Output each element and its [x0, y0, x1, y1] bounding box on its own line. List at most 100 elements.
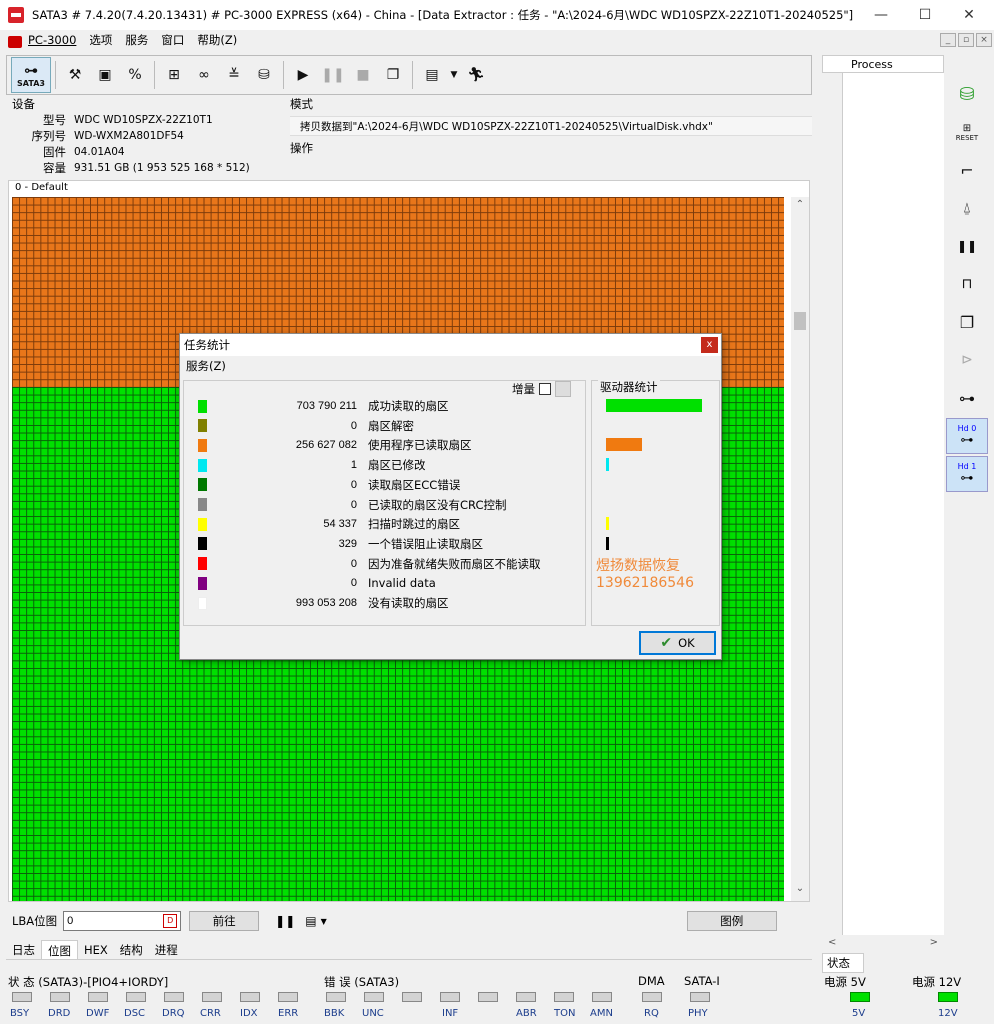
status-led	[88, 992, 108, 1002]
image-button[interactable]: ⛁	[249, 60, 279, 90]
reset-icon: ⊞	[962, 122, 972, 134]
copy-button[interactable]: ❐	[946, 304, 988, 340]
stat-count: 0	[350, 498, 357, 511]
process-header[interactable]: Process	[822, 55, 944, 73]
led-label: BBK	[324, 1008, 345, 1019]
stat-color-swatch	[198, 458, 207, 472]
menu-help[interactable]: 帮助(Z)	[197, 32, 237, 48]
hd1-button[interactable]: Hd 1 ⊶	[946, 456, 988, 492]
led-label: UNC	[362, 1008, 384, 1019]
hd0-button[interactable]: Hd 0 ⊶	[946, 418, 988, 454]
db-button[interactable]: ⛁	[946, 76, 988, 112]
pause-button[interactable]: ❚❚	[318, 60, 348, 90]
dma-led	[642, 992, 662, 1002]
play-button[interactable]: ▶	[288, 60, 318, 90]
mdi-close-button[interactable]: ×	[976, 33, 992, 47]
stat-count: 0	[350, 478, 357, 491]
toolbar-separator	[412, 61, 413, 89]
device-row-serial: 序列号 WD-WXM2A801DF54	[6, 128, 286, 144]
scroll-thumb[interactable]	[794, 312, 806, 330]
plug-icon: ⊶	[24, 62, 38, 79]
screen-button[interactable]: ▤	[417, 60, 447, 90]
tab-hex[interactable]: HEX	[78, 940, 114, 959]
stat-count: 1	[350, 459, 357, 472]
mdi-restore-button[interactable]: ▫	[958, 33, 974, 47]
led-label: ABR	[516, 1008, 537, 1019]
percent-button[interactable]: %	[120, 60, 150, 90]
drive-stats: 驱动器统计 煜扬数据恢复 13962186546	[591, 379, 720, 626]
error-led	[516, 992, 536, 1002]
screen-dropdown[interactable]: ▼	[447, 60, 461, 90]
exit-button[interactable]: 🏃︎	[461, 60, 491, 90]
connect-button[interactable]: ⊶	[946, 380, 988, 416]
toolbar-separator	[283, 61, 284, 89]
pause-icon[interactable]: ❚❚	[275, 914, 295, 928]
stat-color-swatch	[198, 537, 207, 551]
scroll-down-icon[interactable]: ⌄	[791, 883, 809, 899]
disabled-button[interactable]: ⊳	[946, 342, 988, 378]
tab-log[interactable]: 日志	[6, 940, 41, 959]
pause-button[interactable]: ❚❚	[946, 228, 988, 264]
menu-window[interactable]: 窗口	[161, 32, 184, 48]
tab-status[interactable]: 状态	[822, 953, 864, 973]
runner-icon: 🏃︎	[467, 67, 485, 83]
tab-bitmap[interactable]: 位图	[41, 940, 78, 959]
hd1-label: Hd 1	[957, 462, 977, 471]
menu-pc3000[interactable]: PC-3000	[28, 33, 76, 47]
reset-button[interactable]: ⊞ RESET	[946, 114, 988, 150]
sata3-button[interactable]: ⊶ SATA3	[11, 57, 51, 93]
process-list[interactable]	[842, 73, 944, 935]
maximize-button[interactable]: ☐	[902, 0, 948, 30]
layers-button[interactable]: ≚	[219, 60, 249, 90]
drive-stat-bar	[606, 517, 609, 531]
menu-options[interactable]: 选项	[89, 32, 112, 48]
stat-count: 0	[350, 577, 357, 590]
tree-button[interactable]: ⊞	[159, 60, 189, 90]
window-title: SATA3 # 7.4.20(7.4.20.13431) # PC-3000 E…	[32, 8, 854, 22]
dialog-close-button[interactable]: x	[701, 337, 718, 353]
power12-led	[938, 992, 958, 1002]
led-label: DRQ	[162, 1008, 185, 1019]
power-switch-icon: ⌐	[960, 160, 974, 180]
hd0-label: Hd 0	[957, 424, 977, 433]
dialog-menu-service[interactable]: 服务(Z)	[180, 356, 721, 376]
close-button[interactable]: ✕	[946, 0, 992, 30]
edit-icon[interactable]	[555, 381, 571, 397]
scroll-left-icon[interactable]: <	[828, 935, 836, 951]
mode-section-title: 模式	[290, 97, 313, 111]
stop-button[interactable]: ■	[348, 60, 378, 90]
screen-icon[interactable]: ▤	[305, 914, 316, 928]
jumper-button[interactable]: ⊓	[946, 266, 988, 302]
signal-button[interactable]: ⍙	[946, 190, 988, 226]
stat-color-swatch	[198, 517, 207, 531]
process-hscrollbar[interactable]: < >	[822, 935, 944, 951]
copy-button[interactable]: ❐	[378, 60, 408, 90]
power-button[interactable]: ⌐	[946, 152, 988, 188]
scroll-up-icon[interactable]: ⌃	[791, 199, 809, 215]
screen-icon: ▤	[425, 67, 439, 83]
search-button[interactable]: ∞	[189, 60, 219, 90]
go-button[interactable]: 前往	[189, 911, 260, 931]
mdi-minimize-button[interactable]: _	[940, 33, 956, 47]
tools-button[interactable]: ⚒	[60, 60, 90, 90]
drive-stat-bar	[606, 399, 702, 412]
incremental-checkbox[interactable]	[539, 383, 551, 395]
led-label: IDX	[240, 1008, 258, 1019]
ok-button[interactable]: ✔ OK	[639, 631, 716, 655]
device-key: 序列号	[31, 129, 67, 143]
database-icon: ⛁	[959, 83, 975, 105]
led-label: TON	[554, 1008, 576, 1019]
map-scrollbar[interactable]: ⌃ ⌄	[791, 197, 809, 901]
scroll-right-icon[interactable]: >	[930, 935, 938, 951]
minimize-button[interactable]: —	[858, 0, 904, 30]
drive-info-button[interactable]: ▣	[90, 60, 120, 90]
chevron-down-icon[interactable]: ▼	[321, 917, 327, 926]
led-label: DRD	[48, 1008, 71, 1019]
legend-button[interactable]: 图例	[686, 911, 777, 931]
signal-icon: ⍙	[962, 200, 972, 216]
tab-structure[interactable]: 结构	[114, 940, 149, 959]
menu-service[interactable]: 服务	[125, 32, 148, 48]
tab-process[interactable]: 进程	[149, 940, 184, 959]
calc-icon[interactable]: D	[163, 914, 178, 928]
stat-row: 703 790 211 成功读取的扇区	[198, 397, 449, 415]
